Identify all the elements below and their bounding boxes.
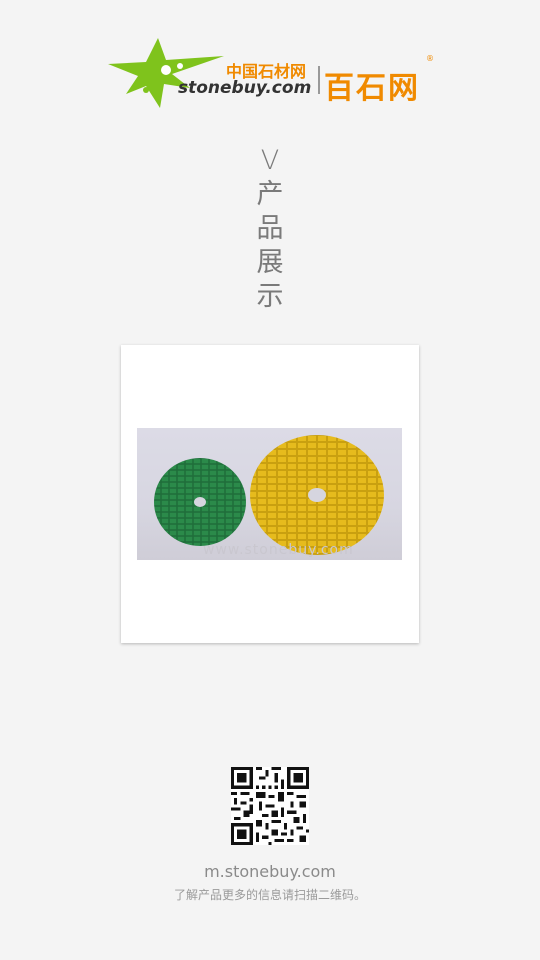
title-char: V — [260, 145, 280, 176]
logo-domain: stonebuy.com — [178, 78, 312, 98]
registered-mark: ® — [426, 54, 434, 63]
page-title: V 产 品 展 示 — [250, 144, 290, 314]
product-image[interactable]: www.stonebuy.com — [137, 428, 402, 560]
polishing-pads-illustration — [154, 435, 384, 555]
title-char: 产 — [256, 179, 284, 210]
mobile-site-url[interactable]: m.stonebuy.com — [0, 862, 540, 881]
stonebuy-logo-icon — [108, 38, 224, 108]
qr-code-icon[interactable] — [231, 767, 309, 845]
title-char: 展 — [256, 247, 284, 278]
product-card[interactable]: www.stonebuy.com — [121, 345, 419, 643]
brand-logo[interactable]: 中国石材网 stonebuy.com 百石网 ® — [106, 36, 436, 110]
qr-scan-hint: 了解产品更多的信息请扫描二维码。 — [173, 888, 366, 902]
title-char: 示 — [256, 281, 284, 312]
image-watermark: www.stonebuy.com — [203, 542, 354, 558]
logo-chinese-big: 百石网 — [324, 71, 420, 106]
title-char: 品 — [256, 213, 284, 244]
logo-divider — [318, 66, 320, 94]
